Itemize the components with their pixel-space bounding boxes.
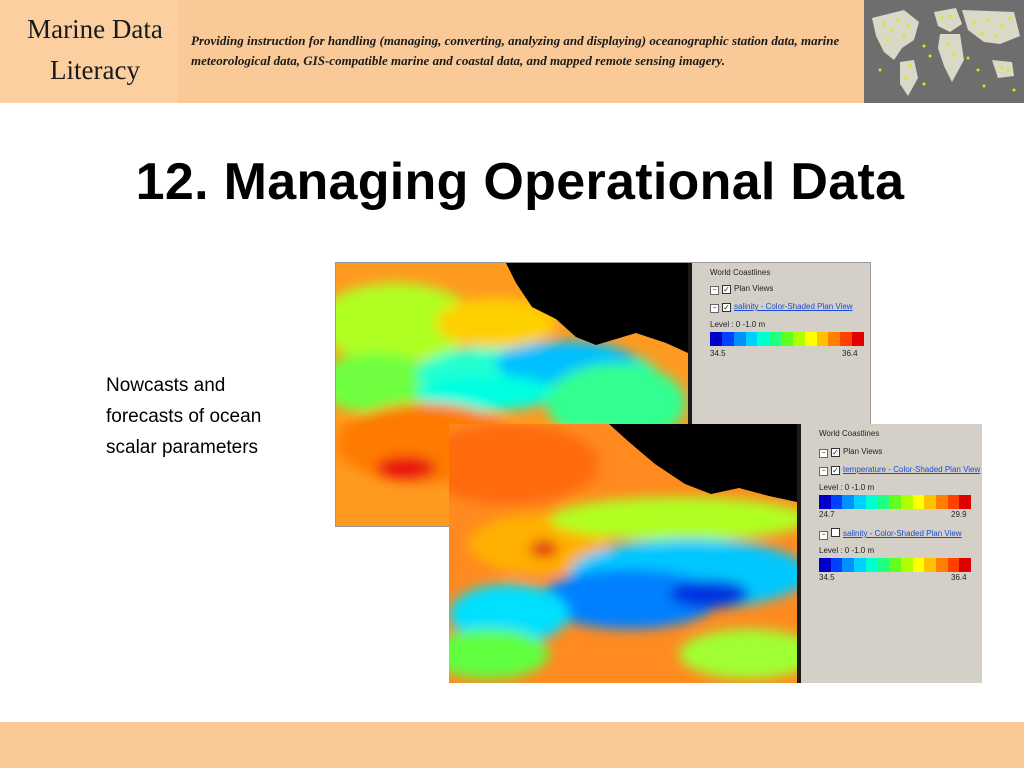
plan-views-checkbox[interactable]: ✓ [722,285,731,294]
brand-block: Marine Data Literacy [0,0,178,103]
colorbar-max: 29.9 [951,510,967,519]
salinity-layer-link[interactable]: salinity - Color-Shaded Plan View [843,529,962,538]
slide-title: 12. Managing Operational Data [135,153,905,211]
salinity-colorbar [710,332,864,346]
colorbar-min: 34.5 [710,349,726,358]
world-map-icon [864,0,1024,103]
collapse-icon[interactable]: − [819,531,828,540]
slide-body-text: Nowcasts and forecasts of ocean scalar p… [106,375,262,458]
header-tagline: Providing instruction for handling (mana… [191,33,840,68]
level-label: Level : 0 -1.0 m [819,546,875,555]
plan-views-checkbox[interactable]: ✓ [831,448,840,457]
brand-title-line2: Literacy [50,55,140,85]
layer-root-label: World Coastlines [819,429,880,438]
salinity-layer-node[interactable]: − salinity - Color-Shaded Plan View [819,528,962,540]
colorbar-min: 24.7 [819,510,835,519]
temperature-layer-node[interactable]: − ✓ temperature - Color-Shaded Plan View [819,464,980,476]
salinity-checkbox[interactable]: ✓ [722,303,731,312]
temperature-map-image [449,424,797,683]
plan-views-node[interactable]: − ✓ Plan Views [819,446,882,458]
colorbar-max: 36.4 [842,349,858,358]
collapse-icon[interactable]: − [710,304,719,313]
plan-views-node[interactable]: − ✓ Plan Views [710,283,773,295]
salinity-layer-node[interactable]: − ✓ salinity - Color-Shaded Plan View [710,301,853,313]
layer-legend-panel: World Coastlines − ✓ Plan Views − ✓ temperat… [815,424,982,683]
level-label: Level : 0 -1.0 m [819,483,875,492]
panel-separator [797,424,801,683]
salinity-layer-link[interactable]: salinity - Color-Shaded Plan View [734,302,853,311]
collapse-icon[interactable]: − [819,467,828,476]
temperature-colorbar [819,495,971,509]
collapse-icon[interactable]: − [710,286,719,295]
brand-title-line1: Marine Data [27,14,163,44]
temperature-map-screenshot: World Coastlines − ✓ Plan Views − ✓ temperat… [449,424,982,683]
level-label: Level : 0 -1.0 m [710,320,766,329]
colorbar-max: 36.4 [951,573,967,582]
temperature-checkbox[interactable]: ✓ [831,466,840,475]
layer-root-label: World Coastlines [710,268,771,277]
colorbar-min: 34.5 [819,573,835,582]
header-banner: Marine Data Literacy Providing instructi… [0,0,1024,103]
temperature-layer-link[interactable]: temperature - Color-Shaded Plan View [843,465,980,474]
salinity-checkbox[interactable] [831,528,840,537]
salinity-colorbar [819,558,971,572]
collapse-icon[interactable]: − [819,449,828,458]
footer-banner [0,722,1024,768]
